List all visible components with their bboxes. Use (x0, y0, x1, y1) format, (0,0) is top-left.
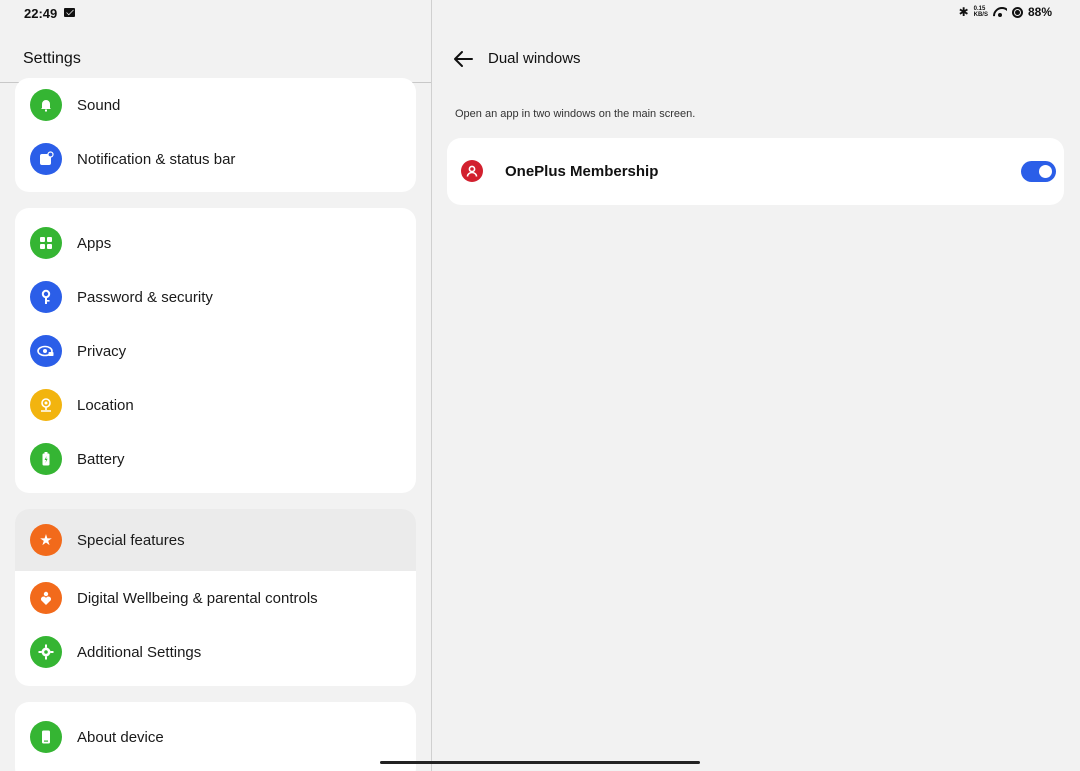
settings-item-digital-wellbeing[interactable]: Digital Wellbeing & parental controls (15, 571, 416, 625)
settings-item-label: Privacy (77, 342, 127, 360)
settings-item-additional-settings[interactable]: Additional Settings (15, 625, 416, 679)
page-description: Open an app in two windows on the main s… (455, 108, 696, 120)
settings-group-3: ★ Special features Digital Wellbeing & p… (15, 509, 416, 686)
apps-grid-icon (30, 227, 62, 259)
settings-pane: Settings Sound Notification & status bar (0, 0, 432, 771)
key-icon (30, 281, 62, 313)
settings-item-label: Notification & status bar (77, 150, 236, 168)
settings-group-4: About device (15, 702, 416, 771)
bell-icon (30, 89, 62, 121)
gear-icon (30, 636, 62, 668)
settings-item-notification-status-bar[interactable]: Notification & status bar (15, 132, 416, 186)
settings-item-label: Additional Settings (77, 643, 202, 661)
settings-item-label: Special features (77, 531, 185, 549)
settings-item-password-security[interactable]: Password & security (15, 270, 416, 324)
settings-item-label: Sound (77, 96, 121, 114)
settings-item-label: About device (77, 728, 164, 746)
back-arrow-icon[interactable] (452, 48, 476, 70)
home-indicator[interactable] (380, 761, 700, 764)
app-label: OnePlus Membership (505, 163, 659, 180)
notification-icon (30, 143, 62, 175)
settings-title: Settings (23, 50, 81, 67)
membership-person-icon (461, 160, 483, 182)
settings-group-2: Apps Password & security Privacy Locatio… (15, 208, 416, 493)
settings-item-location[interactable]: Location (15, 378, 416, 432)
star-icon: ★ (30, 524, 62, 556)
settings-item-label: Apps (77, 234, 112, 252)
settings-item-label: Password & security (77, 288, 213, 306)
phone-icon (30, 721, 62, 753)
settings-item-privacy[interactable]: Privacy (15, 324, 416, 378)
settings-group-1: Sound Notification & status bar (15, 78, 416, 192)
dual-windows-pane: Dual windows Open an app in two windows … (432, 0, 1080, 771)
settings-item-battery[interactable]: Battery (15, 432, 416, 486)
settings-item-label: Digital Wellbeing & parental controls (77, 589, 318, 607)
heart-person-icon (30, 582, 62, 614)
page-title: Dual windows (488, 50, 581, 67)
settings-item-label: Battery (77, 450, 125, 468)
settings-item-label: Location (77, 396, 134, 414)
app-row-oneplus-membership[interactable]: OnePlus Membership (447, 138, 1064, 205)
location-pin-icon (30, 389, 62, 421)
settings-item-about-device[interactable]: About device (15, 710, 416, 764)
screen: 22:49 ✱ 0.15 KB/S 88% Settings Sound Not… (0, 0, 1080, 771)
battery-charging-icon (30, 443, 62, 475)
settings-item-sound[interactable]: Sound (15, 78, 416, 132)
settings-item-apps[interactable]: Apps (15, 216, 416, 270)
toggle-knob (1039, 165, 1052, 178)
settings-item-special-features[interactable]: ★ Special features (15, 509, 416, 571)
dual-window-toggle[interactable] (1021, 161, 1056, 182)
eye-lock-icon (30, 335, 62, 367)
